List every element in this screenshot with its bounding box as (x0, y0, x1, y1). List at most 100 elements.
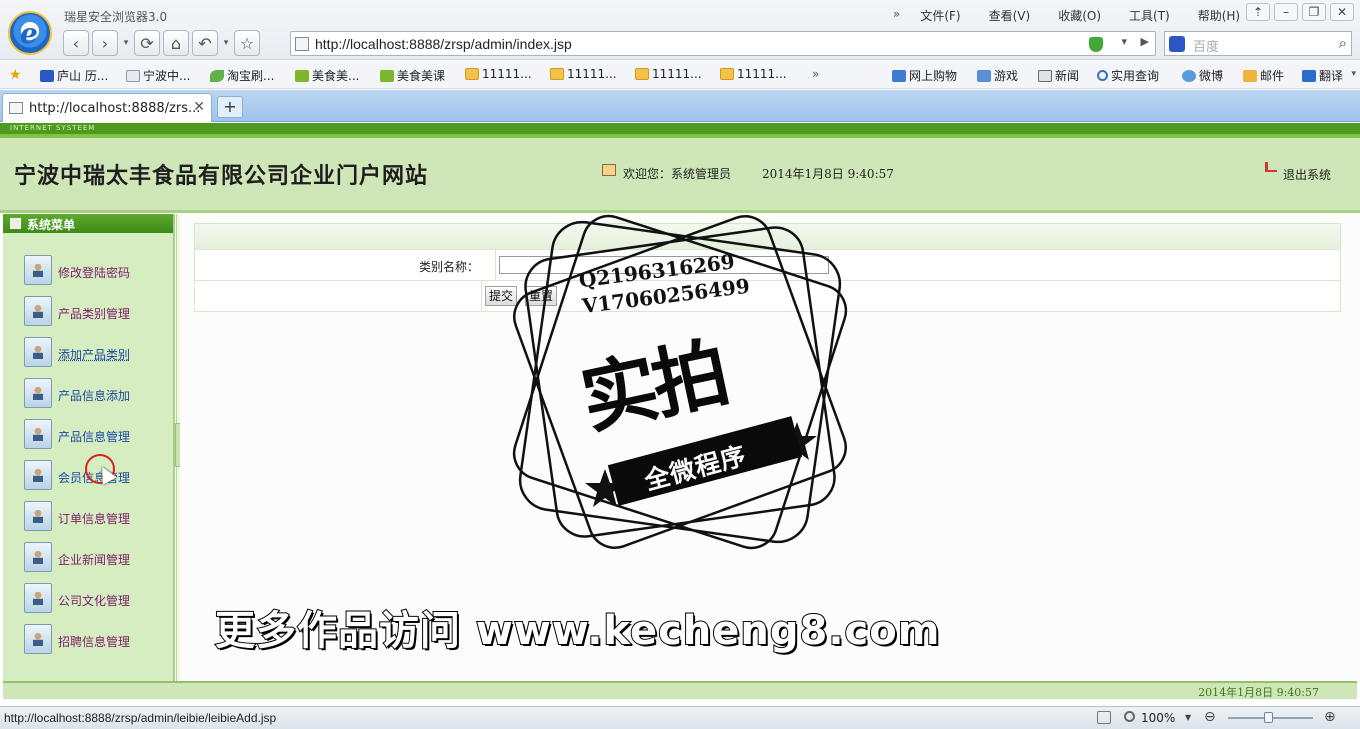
page-icon (9, 102, 23, 114)
nav-buttons: ‹ › ▾ ⟳ ⌂ ↶ ▾ ☆ (63, 30, 260, 56)
leaf-icon (210, 69, 224, 82)
favorite-link[interactable]: 美食美课 (380, 67, 445, 84)
tab-admin-index[interactable]: http://localhost:8888/zrs... ✕ (2, 93, 212, 122)
user-icon (602, 164, 616, 176)
pin-window-button[interactable]: ⇡ (1246, 3, 1270, 21)
game-icon (977, 69, 991, 82)
site-header: 宁波中瑞太丰食品有限公司企业门户网站 欢迎您：系统管理员 2014年1月8日 9… (0, 138, 1360, 210)
sidebar-item-category-manage[interactable]: 产品类别管理 (24, 296, 174, 330)
folder-icon (465, 68, 479, 80)
favorite-star-button[interactable]: ☆ (234, 30, 260, 56)
tab-title: http://localhost:8888/zrs... (29, 101, 201, 116)
sidebar-menu: 系统菜单 修改登陆密码 产品类别管理 添加产品类别 产品信息添加 产品信息管理 … (3, 214, 175, 681)
label-cell: 类别名称： (209, 250, 496, 280)
favorite-link[interactable]: 邮件 (1243, 67, 1284, 84)
page-icon (295, 37, 309, 51)
new-tab-button[interactable]: + (217, 96, 243, 118)
header-datetime: 2014年1月8日 9:40:57 (762, 167, 894, 181)
menu-bar: » 文件(F) 查看(V) 收藏(O) 工具(T) 帮助(H) (893, 7, 1268, 24)
search-box[interactable]: 百度 ⌕ (1164, 31, 1352, 56)
cart-icon (892, 69, 906, 82)
favorite-folder[interactable]: 11111... (635, 67, 702, 81)
forward-dropdown-icon[interactable]: ▾ (121, 30, 131, 56)
zoom-out-icon[interactable]: ⊖ (1204, 709, 1216, 725)
favorite-link[interactable]: 微博 (1182, 67, 1223, 84)
edit-icon (10, 218, 21, 229)
refresh-button[interactable]: ⟳ (134, 30, 160, 56)
user-card-icon (24, 378, 52, 408)
favorites-dropdown-icon[interactable]: ▾ (1351, 69, 1356, 79)
favorite-link[interactable]: 实用查询 (1097, 67, 1159, 84)
logout-icon[interactable] (1265, 162, 1277, 172)
site-title: 宁波中瑞太丰食品有限公司企业门户网站 (14, 163, 429, 189)
favorite-link[interactable]: 翻译 (1302, 67, 1343, 84)
minimize-button[interactable]: – (1274, 3, 1298, 21)
search-icon[interactable]: ⌕ (1339, 34, 1347, 52)
restore-button[interactable]: ❐ (1302, 3, 1326, 21)
iqiyi-icon (380, 69, 394, 82)
zoom-icon[interactable] (1124, 711, 1135, 722)
user-card-icon (24, 624, 52, 654)
sidebar-item-news-manage[interactable]: 企业新闻管理 (24, 542, 174, 576)
address-bar[interactable]: http://localhost:8888/zrsp/admin/index.j… (290, 31, 1156, 56)
menu-chevron-icon[interactable]: » (893, 7, 900, 24)
menu-favorites[interactable]: 收藏(O) (1058, 7, 1101, 24)
back-button[interactable]: ‹ (63, 30, 89, 56)
favorite-link[interactable]: 庐山 历... (40, 67, 108, 84)
search-engine-icon[interactable] (1169, 36, 1185, 52)
zoom-level[interactable]: 100% (1141, 711, 1175, 725)
sidebar-item-order-manage[interactable]: 订单信息管理 (24, 501, 174, 535)
zoom-dropdown-icon[interactable]: ▼ (1185, 713, 1191, 722)
page-footer: 2014年1月8日 9:40:57 (3, 681, 1357, 699)
logout-link[interactable]: 退出系统 (1283, 166, 1331, 183)
favorite-folder[interactable]: 11111... (720, 67, 787, 81)
favorites-star-icon[interactable]: ★ (9, 67, 22, 83)
user-card-icon (24, 419, 52, 449)
forward-button[interactable]: › (92, 30, 118, 56)
close-window-button[interactable]: ✕ (1330, 3, 1354, 21)
menu-help[interactable]: 帮助(H) (1198, 7, 1240, 24)
favorite-link[interactable]: 宁波中... (126, 67, 190, 84)
sidebar-item-add-category[interactable]: 添加产品类别 (24, 337, 174, 371)
user-card-icon (24, 296, 52, 326)
welcome-text: 欢迎您：系统管理员 (623, 167, 732, 181)
speaker-icon[interactable] (1097, 711, 1111, 724)
address-input[interactable]: http://localhost:8888/zrsp/admin/index.j… (315, 36, 572, 52)
watermark-bottom-text: 更多作品访问 www.kecheng8.com (214, 607, 941, 655)
go-arrow-icon[interactable]: ▶ (1141, 35, 1149, 48)
favorite-folder[interactable]: 11111... (550, 67, 617, 81)
menu-view[interactable]: 查看(V) (989, 7, 1031, 24)
favorite-link[interactable]: 游戏 (977, 67, 1018, 84)
sidebar-header: 系统菜单 (3, 214, 173, 233)
undo-dropdown-icon[interactable]: ▾ (221, 30, 231, 56)
search-input[interactable]: 百度 (1193, 36, 1219, 55)
paw-icon (40, 69, 54, 82)
undo-close-button[interactable]: ↶ (192, 30, 218, 56)
zoom-slider-thumb[interactable] (1264, 712, 1273, 723)
zoom-in-icon[interactable]: ⊕ (1324, 709, 1336, 725)
sidebar-item-change-password[interactable]: 修改登陆密码 (24, 255, 174, 289)
sidebar-title: 系统菜单 (27, 218, 76, 232)
browser-titlebar: e 瑞星安全浏览器3.0 » 文件(F) 查看(V) 收藏(O) 工具(T) 帮… (0, 0, 1360, 60)
menu-tools[interactable]: 工具(T) (1129, 7, 1170, 24)
sidebar-item-recruit-manage[interactable]: 招聘信息管理 (24, 624, 174, 658)
menu-file[interactable]: 文件(F) (920, 7, 960, 24)
user-card-icon (24, 337, 52, 367)
page-icon (126, 69, 140, 82)
sidebar-item-product-manage[interactable]: 产品信息管理 (24, 419, 174, 453)
favorite-link[interactable]: 美食美... (295, 67, 359, 84)
sidebar-item-culture-manage[interactable]: 公司文化管理 (24, 583, 174, 617)
home-button[interactable]: ⌂ (163, 30, 189, 56)
header-strip: INTERNET SYSTEEM (0, 123, 1360, 134)
status-bar: http://localhost:8888/zrsp/admin/leibie/… (0, 706, 1360, 729)
security-shield-icon[interactable] (1089, 37, 1103, 52)
favorite-link[interactable]: 网上购物 (892, 67, 957, 84)
close-tab-icon[interactable]: ✕ (193, 99, 205, 115)
favorite-link[interactable]: 新闻 (1038, 67, 1079, 84)
favorites-more-icon[interactable]: » (812, 67, 819, 81)
sidebar-item-product-add[interactable]: 产品信息添加 (24, 378, 174, 412)
user-card-icon (24, 255, 52, 285)
favorite-folder[interactable]: 11111... (465, 67, 532, 81)
address-dropdown-icon[interactable]: ▾ (1121, 35, 1127, 48)
favorite-link[interactable]: 淘宝刷... (210, 67, 274, 84)
